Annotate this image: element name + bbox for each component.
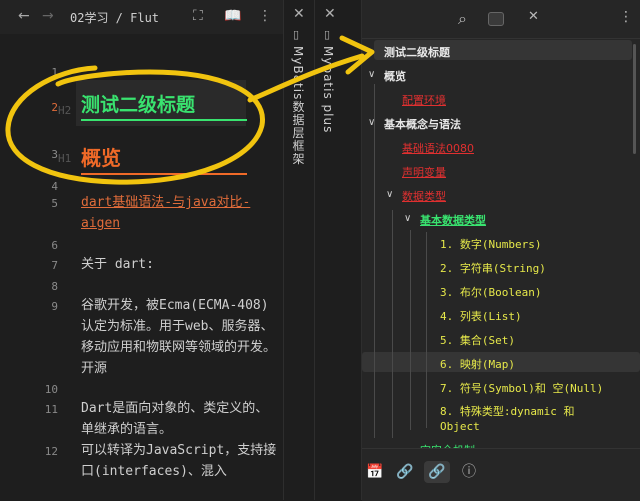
outline-item[interactable]: 基本数据类型 (420, 212, 486, 228)
line-number: 9 (51, 300, 58, 313)
link-icon[interactable]: 🔗 (392, 461, 418, 483)
outline-item[interactable]: 配置环境 (402, 92, 446, 108)
outline-pane[interactable]: ⌕ ✕ ⋮ 测试二级标题 ∨ 概览 配置环境 ∨ 基本概念与语法 基础语法008… (362, 0, 640, 501)
line-number: 2 (51, 101, 58, 114)
info-icon[interactable]: ⓘ (456, 461, 482, 483)
more-icon[interactable]: ⋮ (258, 8, 272, 24)
heading-level-tag: H2 (58, 104, 72, 117)
outline-item[interactable]: 8. 特殊类型:dynamic 和 Object (440, 404, 590, 434)
editor-topbar: ← → 02学习 / Flut ⛶ 📖 ⋮ (0, 0, 283, 34)
tree-guide (374, 84, 375, 438)
chevron-down-icon[interactable]: ∨ (368, 117, 375, 128)
outline-item[interactable]: 基础语法0080 (402, 140, 474, 156)
doc-link-line[interactable]: dart基础语法-与java对比-aigen (81, 192, 277, 234)
chevron-down-icon[interactable]: ∨ (404, 213, 411, 224)
line-number: 5 (51, 197, 58, 210)
paragraph-text: Dart是面向对象的、类定义的、单继承的语言。 (81, 401, 269, 437)
outline-item[interactable]: 6. 映射(Map) (440, 356, 515, 372)
file-icon: ▯ (324, 28, 331, 41)
about-text: 关于 dart: (81, 257, 154, 272)
tree-guide (410, 230, 411, 430)
line-number: 7 (51, 259, 58, 272)
line-number: 12 (44, 445, 58, 458)
heading-level-tag: H1 (58, 152, 72, 165)
outline-item[interactable]: 2. 字符串(String) (440, 260, 546, 276)
editor-pane[interactable]: ← → 02学习 / Flut ⛶ 📖 ⋮ 1 2 H2 3 H1 4 5 6 … (0, 0, 284, 500)
line-number: 6 (51, 239, 58, 252)
outline-item[interactable]: 5. 集合(Set) (440, 332, 515, 348)
outline-item[interactable]: 基本概念与语法 (384, 116, 461, 132)
tree-guide (426, 232, 427, 428)
back-arrow-icon[interactable]: ← (18, 8, 30, 24)
line-number: 8 (51, 280, 58, 293)
outline-footer: 📅 🔗 🔗 ⓘ (362, 448, 640, 501)
outline-item[interactable]: 1. 数字(Numbers) (440, 236, 541, 252)
breadcrumb[interactable]: 02学习 / Flut (70, 9, 159, 26)
close-icon[interactable]: ✕ (293, 6, 305, 22)
outline-item[interactable]: 3. 布尔(Boolean) (440, 284, 541, 300)
expand-icon[interactable]: ⛶ (193, 8, 203, 24)
tree-guide (392, 210, 393, 438)
tab-title[interactable]: Mybatis plus (321, 46, 335, 133)
outline-item[interactable]: 数据类型 (402, 188, 446, 204)
tab-mybatis-db[interactable]: ✕ ▯ MyBatis数据层框架 (284, 0, 315, 500)
line-number: 3 (51, 148, 58, 161)
outgoing-link-icon[interactable]: 🔗 (424, 461, 450, 483)
paragraph-text: 谷歌开发，被Ecma(ECMA-408)认定为标准。用于web、服务器、移动应用… (81, 298, 277, 376)
outline-item[interactable]: 概览 (384, 68, 406, 84)
line-number: 1 (51, 66, 58, 79)
book-icon[interactable]: 📖 (224, 8, 241, 24)
line-number: 4 (51, 180, 58, 193)
close-icon[interactable]: ✕ (528, 9, 539, 24)
outline-header: ⌕ ✕ ⋮ (362, 0, 640, 39)
line-number: 10 (44, 383, 58, 396)
close-icon[interactable]: ✕ (324, 6, 336, 22)
chevron-down-icon[interactable]: ∨ (386, 189, 393, 200)
paragraph-text: 可以转译为JavaScript，支持接口(interfaces)、混入 (81, 443, 277, 479)
outline-item[interactable]: 测试二级标题 (384, 44, 450, 60)
heading-2[interactable]: 测试二级标题 (81, 90, 247, 121)
search-icon[interactable]: ⌕ (458, 9, 467, 29)
panel-icon[interactable] (488, 12, 504, 26)
outline-item[interactable]: 4. 列表(List) (440, 308, 522, 324)
outline-item[interactable]: 7. 符号(Symbol)和 空(Null) (440, 380, 603, 396)
more-icon[interactable]: ⋮ (619, 9, 633, 25)
heading-1[interactable]: 概览 (81, 142, 247, 175)
outline-item[interactable]: 声明变量 (402, 164, 446, 180)
line-number: 11 (44, 403, 58, 416)
tab-title[interactable]: MyBatis数据层框架 (290, 46, 307, 165)
doc-link[interactable]: dart基础语法-与java对比-aigen (81, 195, 250, 231)
tab-mybatis-plus[interactable]: ✕ ▯ Mybatis plus (315, 0, 362, 500)
scrollbar[interactable] (633, 44, 636, 154)
forward-arrow-icon[interactable]: → (42, 8, 54, 24)
chevron-down-icon[interactable]: ∨ (368, 69, 375, 80)
file-icon: ▯ (293, 28, 300, 41)
calendar-icon[interactable]: 📅 (362, 461, 388, 483)
